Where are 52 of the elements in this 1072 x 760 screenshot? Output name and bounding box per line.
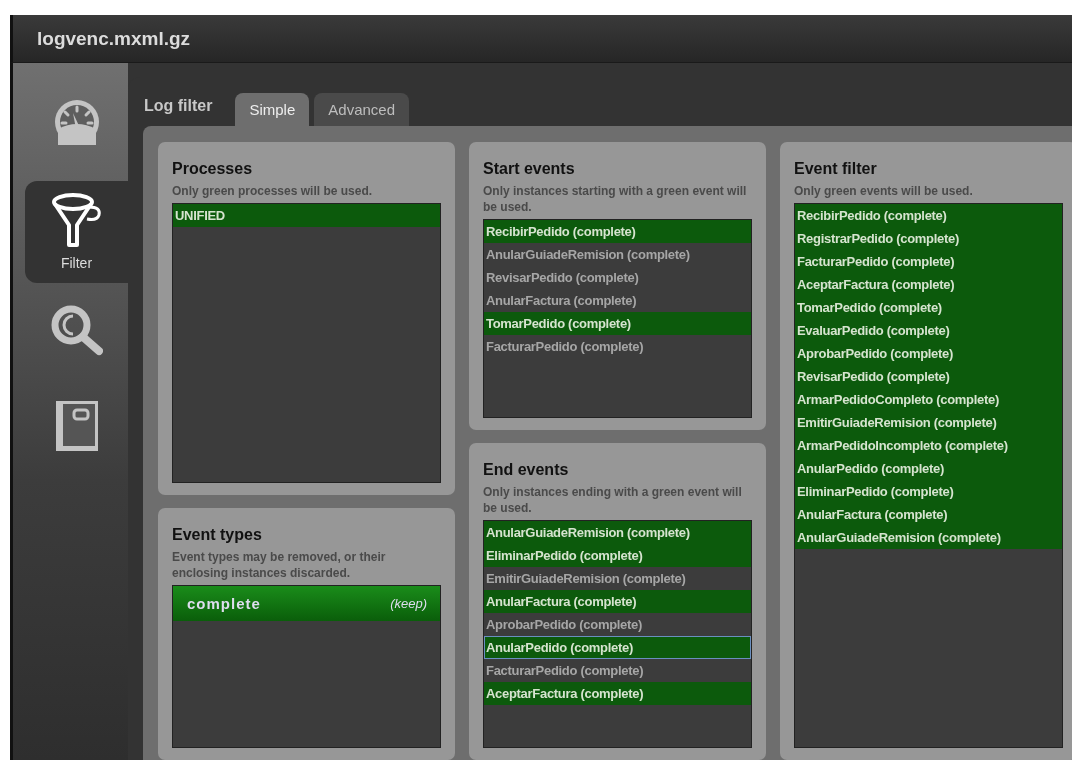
tab[interactable]: Advanced [314,93,409,126]
list-item[interactable]: AprobarPedido (complete) [795,342,1062,365]
panel-description: Only instances ending with a green event will be used. [483,484,743,517]
window-title: logvenc.mxml.gz [10,15,1072,63]
panel-title: Start events [483,160,576,178]
list-item[interactable]: RecibirPedido (complete) [484,220,751,243]
panel-description: Only green processes will be used. [172,183,374,199]
search-icon[interactable] [50,304,103,357]
list-item[interactable]: FacturarPedido (complete) [484,659,751,683]
list-item[interactable]: AnularFactura (complete) [484,289,751,312]
list-item[interactable]: AnularGuiadeRemision (complete) [484,243,751,266]
list-item[interactable]: FacturarPedido (complete) [795,250,1062,273]
list-item[interactable]: RevisarPedido (complete) [484,266,751,289]
list-item[interactable]: RecibirPedido (complete) [795,204,1062,227]
gauge-icon[interactable] [53,99,100,145]
panel-description: Only instances starting with a green event will be used. [483,183,748,215]
panel-description: Only green events will be used. [794,183,974,199]
panel-title: Processes [172,160,254,178]
section-title: Log filter [144,96,213,115]
funnel-icon[interactable] [50,193,103,249]
tab[interactable]: Simple [235,93,310,126]
list-item[interactable]: EvaluarPedido (complete) [795,319,1062,342]
list-item[interactable]: TomarPedido (complete) [484,312,751,335]
panel-description: Event types may be removed, or their enclosing instances discarded. [172,549,387,582]
event-type-row[interactable]: complete (keep) [173,586,440,622]
panel-title: Event filter [794,160,878,178]
list-item[interactable]: AnularGuiadeRemision (complete) [795,526,1062,549]
sidebar-label: Filter [60,255,93,271]
event-type-label: complete [187,595,261,613]
list-item[interactable]: AnularPedido (complete) [795,457,1062,480]
panel-title: End events [483,461,570,480]
list-item[interactable]: FacturarPedido (complete) [484,335,751,358]
list-item[interactable]: TomarPedido (complete) [795,296,1062,319]
list-item[interactable]: EliminarPedido (complete) [795,480,1062,503]
list-item[interactable]: RevisarPedido (complete) [795,365,1062,388]
list-item[interactable]: AnularPedido (complete) [484,636,751,660]
list-item[interactable]: AceptarFactura (complete) [484,682,751,706]
list-item[interactable]: AnularFactura (complete) [484,590,751,614]
list-item[interactable]: AnularFactura (complete) [795,503,1062,526]
list-item[interactable]: EliminarPedido (complete) [484,544,751,568]
list-item[interactable]: EmitirGuiadeRemision (complete) [484,567,751,591]
list-item[interactable]: ArmarPedidoCompleto (complete) [795,388,1062,411]
list-item[interactable]: AceptarFactura (complete) [795,273,1062,296]
list-item[interactable]: EmitirGuiadeRemision (complete) [795,411,1062,434]
event-type-action: (keep) [390,596,427,612]
panel-title: Event types [172,526,263,545]
list-item[interactable]: AnularGuiadeRemision (complete) [484,521,751,545]
list-item[interactable]: RegistrarPedido (complete) [795,227,1062,250]
list-item[interactable]: ArmarPedidoIncompleto (complete) [795,434,1062,457]
list-item[interactable]: AprobarPedido (complete) [484,613,751,637]
list-item[interactable]: UNIFIED [173,204,440,227]
sidebar-tab[interactable]: Filter [25,181,128,283]
